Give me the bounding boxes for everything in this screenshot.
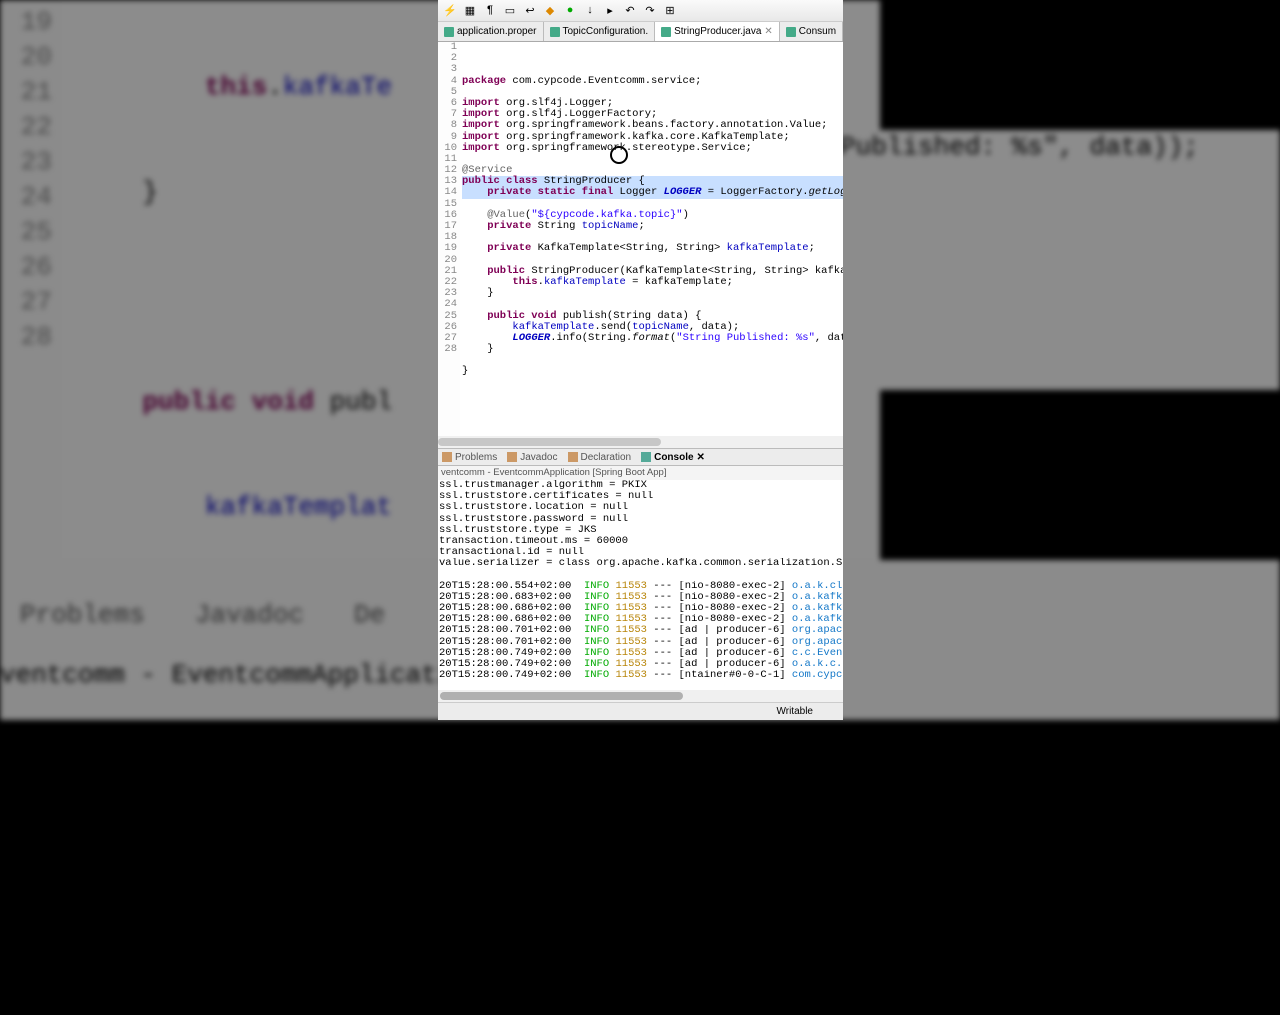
code-area[interactable]: package com.cypcode.Eventcomm.service;im… bbox=[460, 42, 843, 436]
panel-tab-console[interactable]: Console ✕ bbox=[641, 452, 705, 463]
console-icon bbox=[641, 452, 651, 462]
bg-bottom-tabs: ProblemsJavadocDe bbox=[0, 600, 385, 630]
tab-label: application.proper bbox=[457, 26, 537, 37]
problems-icon bbox=[442, 452, 452, 462]
file-icon bbox=[786, 27, 796, 37]
cursor-indicator bbox=[610, 146, 628, 164]
toolbar-btn-1[interactable]: ▦ bbox=[462, 3, 478, 19]
tab-topicconfiguration-[interactable]: TopicConfiguration. bbox=[544, 22, 656, 41]
toolbar: ⚡▦¶▭↩◆●↓▸↶↷⊞ bbox=[438, 0, 843, 22]
javadoc-icon bbox=[507, 452, 517, 462]
status-bar: Writable bbox=[438, 702, 843, 720]
declaration-icon bbox=[568, 452, 578, 462]
toolbar-btn-7[interactable]: ↓ bbox=[582, 3, 598, 19]
editor-tabs: application.proper TopicConfiguration. Str… bbox=[438, 22, 843, 42]
bg-right-snip: Published: %s", data)); bbox=[840, 130, 1280, 390]
bottom-panel-tabs: Problems Javadoc Declaration Console ✕ bbox=[438, 448, 843, 466]
tab-stringproducer-java[interactable]: StringProducer.java✕ bbox=[655, 22, 780, 41]
panel-tab-problems[interactable]: Problems bbox=[442, 452, 497, 463]
toolbar-btn-9[interactable]: ↶ bbox=[622, 3, 638, 19]
code-editor[interactable]: 1234567891011121314151617181920212223242… bbox=[438, 42, 843, 436]
tab-label: StringProducer.java bbox=[674, 26, 761, 37]
file-icon bbox=[661, 27, 671, 37]
status-writable: Writable bbox=[777, 706, 814, 717]
toolbar-btn-5[interactable]: ◆ bbox=[542, 3, 558, 19]
editor-h-scrollbar[interactable] bbox=[438, 436, 843, 448]
toolbar-btn-11[interactable]: ⊞ bbox=[662, 3, 678, 19]
console-h-scrollbar[interactable] bbox=[438, 690, 843, 702]
close-icon[interactable]: ✕ bbox=[764, 26, 772, 37]
toolbar-btn-6[interactable]: ● bbox=[562, 3, 578, 19]
line-gutter: 1234567891011121314151617181920212223242… bbox=[438, 42, 460, 436]
toolbar-btn-3[interactable]: ▭ bbox=[502, 3, 518, 19]
file-icon bbox=[444, 27, 454, 37]
close-icon[interactable]: ✕ bbox=[697, 452, 705, 463]
toolbar-btn-0[interactable]: ⚡ bbox=[442, 3, 458, 19]
toolbar-btn-8[interactable]: ▸ bbox=[602, 3, 618, 19]
panel-tab-declaration[interactable]: Declaration bbox=[568, 452, 632, 463]
panel-tab-javadoc[interactable]: Javadoc bbox=[507, 452, 557, 463]
tab-consum[interactable]: Consum bbox=[780, 22, 843, 41]
bg-gutter: 19202122232425262728 bbox=[0, 0, 60, 560]
toolbar-btn-10[interactable]: ↷ bbox=[642, 3, 658, 19]
ide-panel: ⚡▦¶▭↩◆●↓▸↶↷⊞ application.proper TopicConf… bbox=[438, 0, 843, 720]
tab-label: TopicConfiguration. bbox=[563, 26, 649, 37]
console-output[interactable]: ssl.trustmanager.algorithm = PKIXssl.tru… bbox=[438, 480, 843, 690]
tab-application-proper[interactable]: application.proper bbox=[438, 22, 544, 41]
toolbar-btn-4[interactable]: ↩ bbox=[522, 3, 538, 19]
file-icon bbox=[550, 27, 560, 37]
bg-console-title: ventcomm - EventcommApplication bbox=[0, 660, 484, 690]
toolbar-btn-2[interactable]: ¶ bbox=[482, 3, 498, 19]
tab-label: Consum bbox=[799, 26, 836, 37]
console-title: ventcomm - EventcommApplication [Spring … bbox=[438, 466, 843, 480]
